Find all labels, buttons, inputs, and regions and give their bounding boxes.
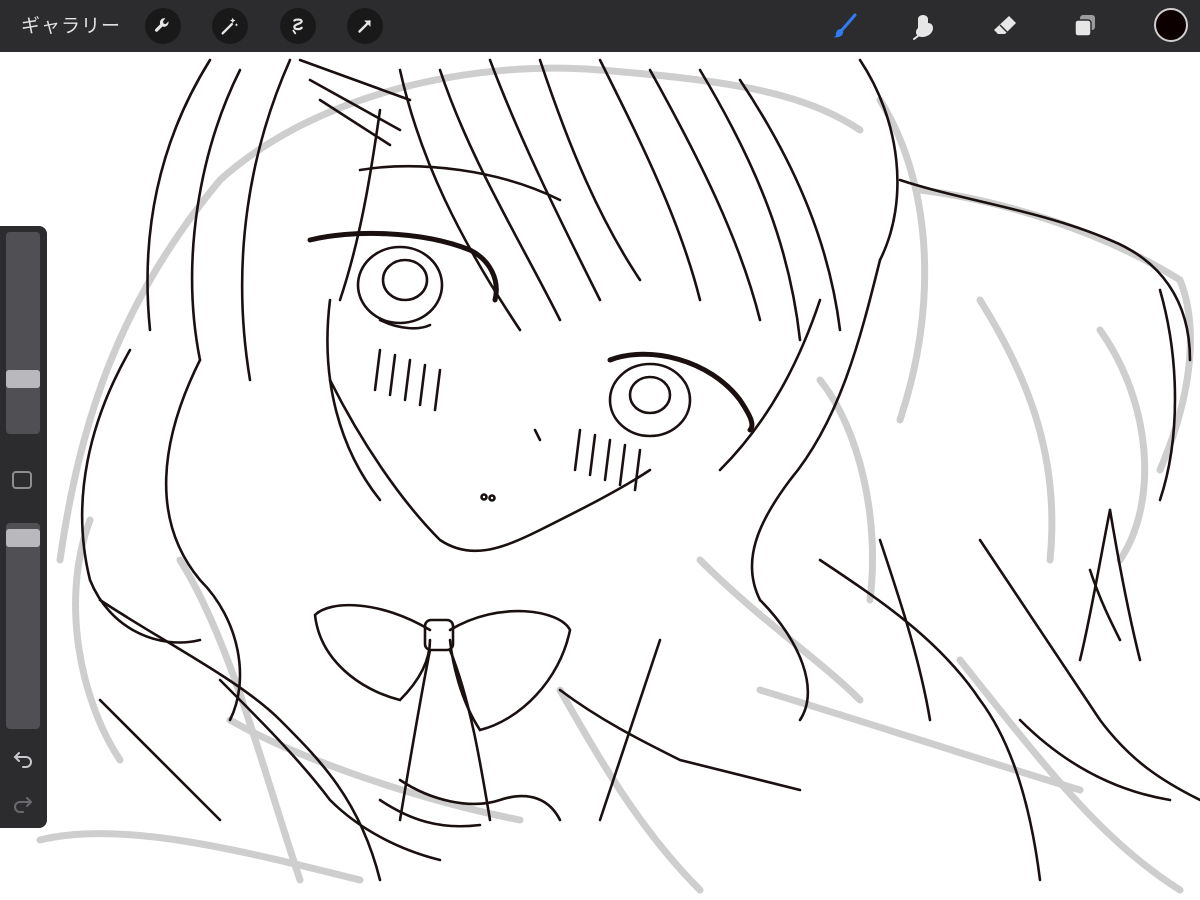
gallery-button[interactable]: ギャラリー	[21, 13, 121, 39]
brush-size-slider[interactable]	[6, 232, 40, 434]
wrench-icon[interactable]	[145, 8, 181, 44]
move-arrow-icon[interactable]	[347, 8, 383, 44]
left-sidebar	[0, 226, 47, 828]
redo-icon[interactable]	[8, 788, 38, 818]
undo-icon[interactable]	[8, 743, 38, 773]
magic-wand-icon[interactable]	[212, 8, 248, 44]
eraser-icon[interactable]	[987, 8, 1023, 44]
smudge-icon[interactable]	[907, 8, 943, 44]
top-toolbar: ギャラリー	[0, 0, 1200, 52]
drawing-canvas[interactable]	[0, 52, 1200, 900]
selection-icon[interactable]	[280, 8, 316, 44]
opacity-slider[interactable]	[6, 523, 40, 729]
opacity-thumb[interactable]	[6, 529, 40, 547]
color-picker-button[interactable]	[1154, 8, 1188, 42]
brush-icon[interactable]	[827, 8, 863, 44]
brush-size-thumb[interactable]	[6, 370, 40, 388]
sketch-artwork	[36, 58, 1200, 894]
layers-icon[interactable]	[1067, 8, 1103, 44]
modify-square-icon[interactable]	[12, 471, 32, 489]
